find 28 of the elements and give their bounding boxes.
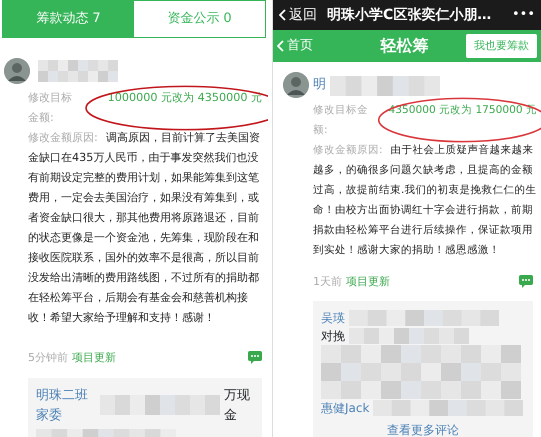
start-fundraiser-button[interactable]: 我也要筹款 <box>466 34 537 58</box>
avatar <box>4 58 30 84</box>
comment-text: 万现金 <box>224 387 251 424</box>
chevron-left-icon <box>279 9 286 21</box>
author-name: 明 <box>313 76 326 94</box>
update-tag: 项目更新 <box>346 274 390 290</box>
comment-text: 对挽 <box>321 328 345 344</box>
comment-text: 惠健Jack <box>321 400 370 416</box>
home-link[interactable]: 首页 <box>277 36 313 56</box>
timestamp: 5分钟前 <box>28 350 68 366</box>
comment-icon[interactable] <box>248 350 262 364</box>
chevron-left-icon <box>277 40 284 52</box>
more-button[interactable]: ••• <box>512 5 535 25</box>
comment-icon[interactable] <box>519 275 533 288</box>
app-title: 轻松筹 <box>379 35 428 57</box>
page-title: 明珠小学C区张奕仁小朋… <box>327 6 492 24</box>
timestamp: 1天前 <box>313 274 342 290</box>
more-comments-link[interactable]: 查看更多评论 <box>387 422 459 436</box>
tab[interactable]: 筹款动态 7 <box>3 1 134 36</box>
reason-paragraph: 修改金额原因: 调高原因，目前计算了去美国资金缺口在435万人民币，由于事发突然我们也没有前期设定完整的费用计划，如果能筹集到这笔费用，一定会去美国治疗，如果没有筹集到，或者资金缺口很大，那其他费用将原路退还，目前的状态更像是一个资金池，先筹集，现阶段在和接收医院联系，国外的效率不是很高，所以目前没发给出清晰的费用路线图，不过所有的捐助都在轻松筹平台，后期会有基金会和慈善机构接收！希望大家给予理解和支持！感谢！ <box>28 130 261 326</box>
comment-text: 明珠二班家委 <box>36 387 89 424</box>
update-tag: 项目更新 <box>72 350 116 366</box>
avatar <box>283 72 309 98</box>
reason-paragraph: 修改金额原因: 由于社会上质疑声音越来越来越多，的确很多问题欠缺考虑，且提高的金额过高，故提前结束.我们的初衷是挽救仁仁的生命！由校方出面协调红十字会进行捐款，前期捐款由轻松筹平台进行后续操作，保证款项用到实处！感谢大家的捐助！感恩感激！ <box>313 143 537 258</box>
field-label: 修改目标金额: <box>313 103 369 138</box>
field-label: 修改目标金额: <box>28 90 73 126</box>
back-button[interactable]: 返回 <box>279 4 317 26</box>
comment-text: 吴瑛 <box>321 310 345 326</box>
